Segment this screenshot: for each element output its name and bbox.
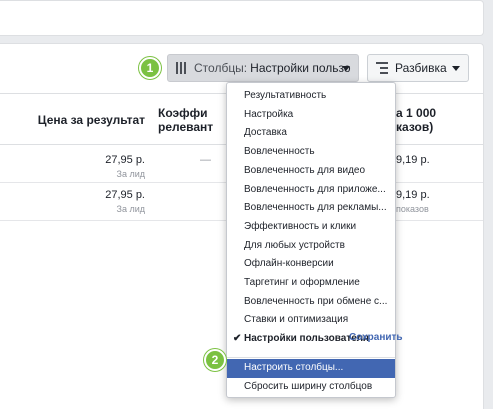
columns-prefix: Столбцы:	[194, 61, 248, 75]
cpm-value: 9,19 р.	[396, 189, 430, 201]
menu-item-reset-column-widths[interactable]: Сбросить ширину столбцов	[227, 378, 395, 397]
menu-item-bidding-optimization[interactable]: Ставки и оптимизация	[227, 311, 395, 330]
cost-value: 27,95 р.	[105, 189, 145, 201]
menu-item-cross-device[interactable]: Для любых устройств	[227, 237, 395, 256]
menu-item-ad-engagement[interactable]: Вовлеченность для рекламы...	[227, 199, 395, 218]
menu-divider	[227, 357, 395, 358]
header-cpm-line1[interactable]: а 1 000	[396, 106, 436, 120]
columns-dropdown-menu: Результативность Настройка Доставка Вовл…	[226, 82, 396, 398]
breakdown-icon	[376, 62, 388, 74]
relevance-value: —	[200, 154, 211, 166]
check-icon: ✔	[233, 333, 242, 345]
header-relevance-line2[interactable]: релевант	[158, 120, 213, 134]
menu-item-video-engagement[interactable]: Вовлеченность для видео	[227, 162, 395, 181]
breakdown-button[interactable]: Разбивка	[367, 54, 469, 82]
menu-item-customize-columns[interactable]: Настроить столбцы...	[227, 359, 395, 378]
save-preset-link[interactable]: Сохранить	[349, 332, 403, 343]
menu-item-targeting-creative[interactable]: Таргетинг и оформление	[227, 274, 395, 293]
menu-item-offline-conversions[interactable]: Офлайн-конверсии	[227, 255, 395, 274]
menu-item-performance-clicks[interactable]: Эффективность и клики	[227, 218, 395, 237]
menu-item-delivery[interactable]: Доставка	[227, 124, 395, 143]
cpm-value: 9,19 р.	[396, 154, 430, 166]
caret-down-icon	[342, 66, 350, 71]
menu-item-setup[interactable]: Настройка	[227, 106, 395, 125]
columns-button[interactable]: Столбцы: Настройки пользо	[167, 54, 359, 82]
breakdown-label: Разбивка	[395, 61, 447, 75]
menu-item-app-engagement[interactable]: Вовлеченность для приложе...	[227, 181, 395, 200]
caret-down-icon	[452, 66, 460, 71]
cost-value: 27,95 р.	[105, 154, 145, 166]
cost-sub: За лид	[116, 204, 145, 214]
step-1-badge: 1	[139, 57, 161, 79]
columns-value: Настройки пользо	[250, 61, 351, 75]
step-2-badge: 2	[204, 349, 226, 371]
header-cpm-line2[interactable]: казов)	[396, 120, 433, 134]
cost-sub: За лид	[116, 169, 145, 179]
header-cost-per-result[interactable]: Цена за результат	[38, 113, 145, 127]
columns-icon	[176, 62, 188, 74]
menu-item-engagement[interactable]: Вовлеченность	[227, 143, 395, 162]
menu-item-performance[interactable]: Результативность	[227, 87, 395, 106]
search-bar-area	[0, 0, 484, 36]
header-relevance-line1[interactable]: Коэффи	[158, 106, 208, 120]
cpm-sub: показов	[396, 204, 429, 214]
menu-item-messaging-engagement[interactable]: Вовлеченность при обмене с...	[227, 293, 395, 312]
